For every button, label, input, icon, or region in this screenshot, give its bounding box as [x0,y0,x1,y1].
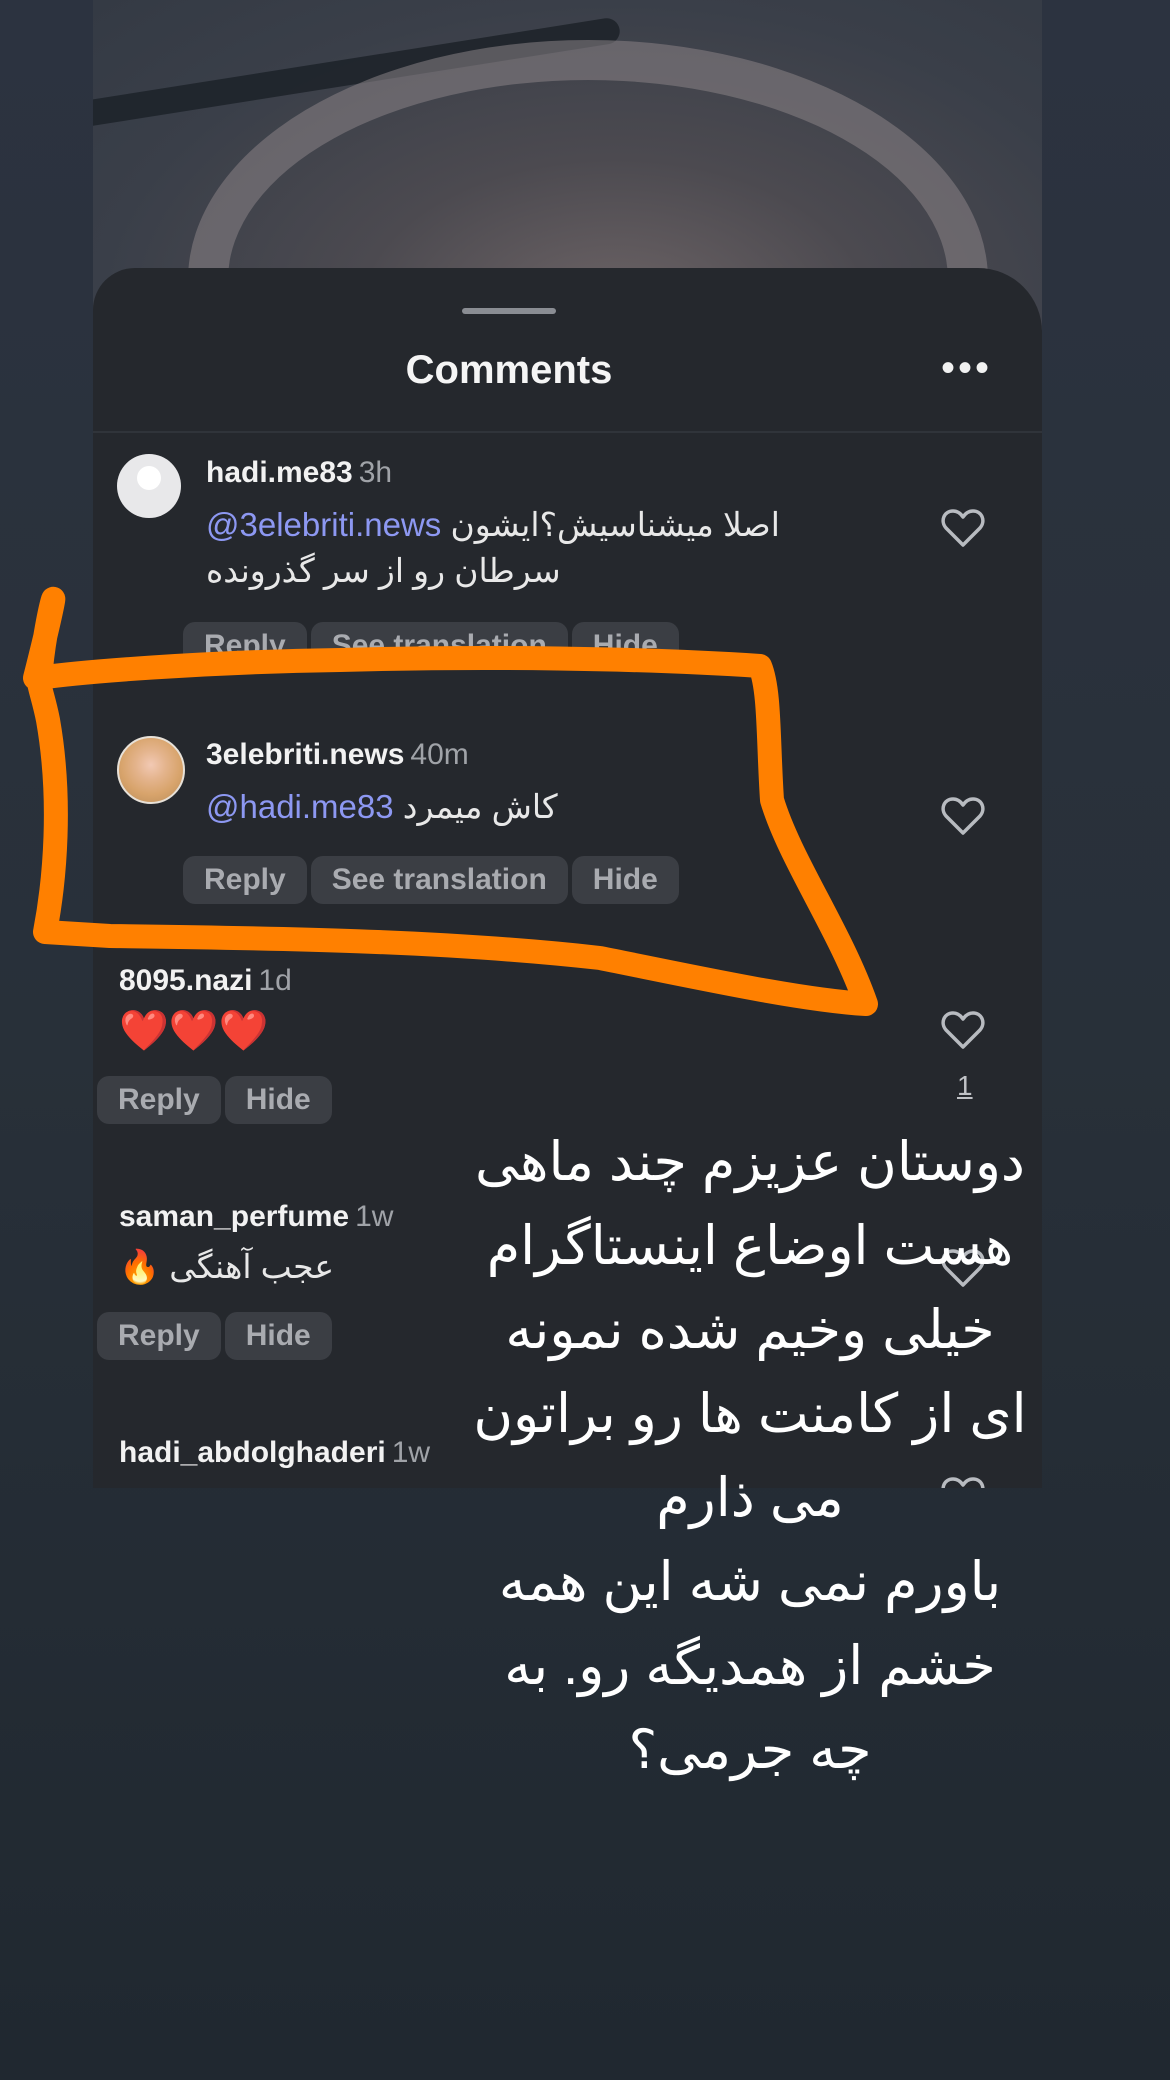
overlay-line: خشم از همدیگه رو. به [504,1636,996,1696]
overlay-line: چه جرمی؟ [628,1720,872,1780]
divider [93,431,1042,433]
sheet-title: Comments [405,348,613,392]
comment-text-line2: سرطان رو از سر گذرونده [206,552,561,589]
see-translation-button[interactable]: See translation [310,622,568,670]
hide-button[interactable]: Hide [224,1312,332,1360]
heart-icon[interactable] [941,796,985,836]
drag-handle[interactable] [462,308,556,314]
comment-time: 1w [391,1436,431,1469]
mention-link[interactable]: @hadi.me83 [206,788,394,825]
reply-button[interactable]: Reply [97,1312,221,1360]
comment-username[interactable]: hadi_abdolghaderi 1w [119,1436,430,1470]
avatar[interactable] [117,454,181,518]
comment-text: عجب آهنگی 🔥 [119,1248,335,1285]
comment-username[interactable]: 8095.nazi 1d [119,964,292,998]
comment-actions: Reply Hide [97,1076,332,1124]
comment-username[interactable]: 3elebriti.news 40m [206,738,469,772]
hide-button[interactable]: Hide [571,856,679,904]
reply-button[interactable]: Reply [97,1076,221,1124]
comment-text: @3elebriti.news اصلا میشناسیش؟ایشون [206,506,780,543]
comment-item: hadi.me83 3h @3elebriti.news اصلا میشناسی… [93,442,1042,670]
comment-time: 1d [258,964,292,997]
overlay-line: دوستان عزیزم چند ماهی [475,1132,1025,1192]
overlay-line: ای از کامنت ها رو براتون [473,1384,1027,1444]
comment-actions: Reply See translation Hide [183,622,679,670]
comment-text: ❤️❤️❤️ [119,1009,269,1053]
heart-icon[interactable] [941,508,985,548]
more-icon[interactable]: ••• [941,348,992,388]
comment-username[interactable]: saman_perfume 1w [119,1200,393,1234]
hide-button[interactable]: Hide [571,622,679,670]
mention-link[interactable]: @3elebriti.news [206,506,441,543]
reply-button[interactable]: Reply [183,622,307,670]
heart-icon[interactable] [941,1010,985,1050]
see-translation-button[interactable]: See translation [310,856,568,904]
comment-time: 3h [358,456,393,489]
comment-actions: Reply Hide [97,1312,332,1360]
hide-button[interactable]: Hide [224,1076,332,1124]
comment-text: @hadi.me83 کاش میمرد [206,788,558,825]
like-count[interactable]: 1 [957,1070,973,1102]
comment-item-highlighted: 3elebriti.news 40m @hadi.me83 کاش میمرد R… [93,724,1042,904]
overlay-caption: دوستان عزیزم چند ماهی هست اوضاع اینستاگر… [440,1120,1060,1792]
comment-username[interactable]: hadi.me83 3h [206,456,392,490]
comment-actions: Reply See translation Hide [183,856,679,904]
overlay-line: می ذارم [656,1468,844,1528]
overlay-line: خیلی وخیم شده نمونه [505,1300,995,1360]
overlay-line: هست اوضاع اینستاگرام [486,1216,1014,1276]
comment-item: 8095.nazi 1d ❤️❤️❤️ Reply Hide 1 [93,960,1042,1124]
avatar[interactable] [117,736,185,804]
comment-time: 40m [410,738,469,771]
reply-button[interactable]: Reply [183,856,307,904]
comment-time: 1w [355,1200,394,1233]
overlay-line: باورم نمی شه این همه [498,1552,1002,1612]
